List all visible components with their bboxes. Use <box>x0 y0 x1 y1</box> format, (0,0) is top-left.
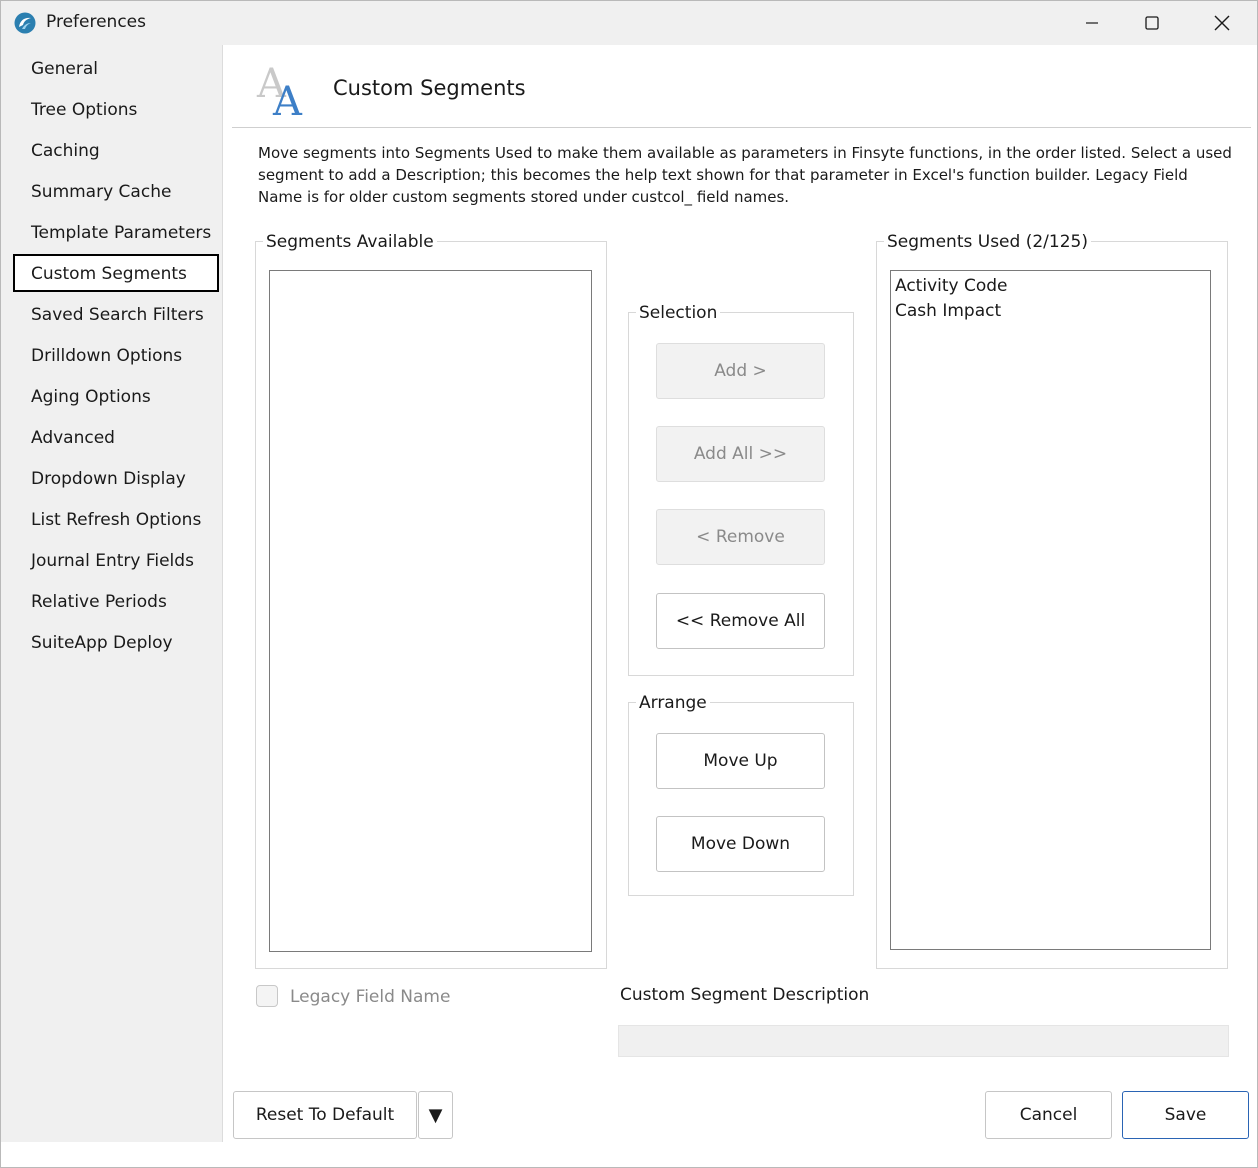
minimize-icon <box>1086 22 1098 24</box>
remove-all-button[interactable]: << Remove All <box>656 593 825 649</box>
sidebar-item-caching[interactable]: Caching <box>13 131 219 169</box>
list-item[interactable]: Cash Impact <box>891 299 1210 324</box>
preferences-window: Preferences General Tree Options Caching… <box>0 0 1258 1168</box>
preferences-sidebar: General Tree Options Caching Summary Cac… <box>1 45 223 1142</box>
sidebar-item-relative-periods[interactable]: Relative Periods <box>13 582 219 620</box>
segments-available-list[interactable] <box>269 270 592 952</box>
custom-segment-description-input[interactable] <box>618 1025 1229 1057</box>
arrange-label: Arrange <box>636 693 710 713</box>
font-segments-icon: A A <box>256 61 303 117</box>
list-item[interactable]: Activity Code <box>891 274 1210 299</box>
reset-dropdown-button[interactable]: ▼ <box>418 1091 453 1139</box>
remove-button[interactable]: < Remove <box>656 509 825 565</box>
svg-text:A: A <box>272 79 303 117</box>
segments-used-label: Segments Used (2/125) <box>884 232 1091 252</box>
sidebar-item-summary-cache[interactable]: Summary Cache <box>13 172 219 210</box>
move-down-button[interactable]: Move Down <box>656 816 825 872</box>
legacy-field-name-label: Legacy Field Name <box>290 987 451 1007</box>
segments-available-label: Segments Available <box>263 232 437 252</box>
legacy-field-name-checkbox[interactable] <box>256 985 278 1007</box>
add-button[interactable]: Add > <box>656 343 825 399</box>
sidebar-item-drilldown-options[interactable]: Drilldown Options <box>13 336 219 374</box>
triangle-down-icon: ▼ <box>428 1104 443 1126</box>
custom-segment-description-label: Custom Segment Description <box>620 985 870 1005</box>
sidebar-item-saved-search-filters[interactable]: Saved Search Filters <box>13 295 219 333</box>
window-title: Preferences <box>46 12 146 32</box>
sidebar-item-advanced[interactable]: Advanced <box>13 418 219 456</box>
page-description: Move segments into Segments Used to make… <box>258 144 1232 206</box>
close-button[interactable] <box>1192 1 1252 45</box>
maximize-icon <box>1145 16 1159 30</box>
cancel-button[interactable]: Cancel <box>985 1091 1112 1139</box>
add-all-button[interactable]: Add All >> <box>656 426 825 482</box>
sidebar-item-custom-segments[interactable]: Custom Segments <box>13 254 219 292</box>
selection-label: Selection <box>636 303 721 323</box>
sidebar-item-dropdown-display[interactable]: Dropdown Display <box>13 459 219 497</box>
move-up-button[interactable]: Move Up <box>656 733 825 789</box>
segments-used-list[interactable]: Activity Code Cash Impact <box>890 270 1211 950</box>
sidebar-item-list-refresh-options[interactable]: List Refresh Options <box>13 500 219 538</box>
sidebar-item-journal-entry-fields[interactable]: Journal Entry Fields <box>13 541 219 579</box>
sidebar-item-general[interactable]: General <box>13 49 219 87</box>
maximize-button[interactable] <box>1122 1 1182 45</box>
header-divider <box>232 127 1251 128</box>
sidebar-item-tree-options[interactable]: Tree Options <box>13 90 219 128</box>
sidebar-item-suiteapp-deploy[interactable]: SuiteApp Deploy <box>13 623 219 661</box>
reset-to-default-button[interactable]: Reset To Default <box>233 1091 417 1139</box>
close-icon <box>1214 15 1230 31</box>
sidebar-item-template-parameters[interactable]: Template Parameters <box>13 213 219 251</box>
title-bar[interactable]: Preferences <box>1 1 1257 45</box>
custom-segments-panel: A A Custom Segments Move segments into S… <box>223 45 1257 1142</box>
page-title: Custom Segments <box>333 76 526 100</box>
sidebar-item-aging-options[interactable]: Aging Options <box>13 377 219 415</box>
finsyte-logo-icon <box>14 12 36 34</box>
save-button[interactable]: Save <box>1122 1091 1249 1139</box>
minimize-button[interactable] <box>1062 1 1122 45</box>
